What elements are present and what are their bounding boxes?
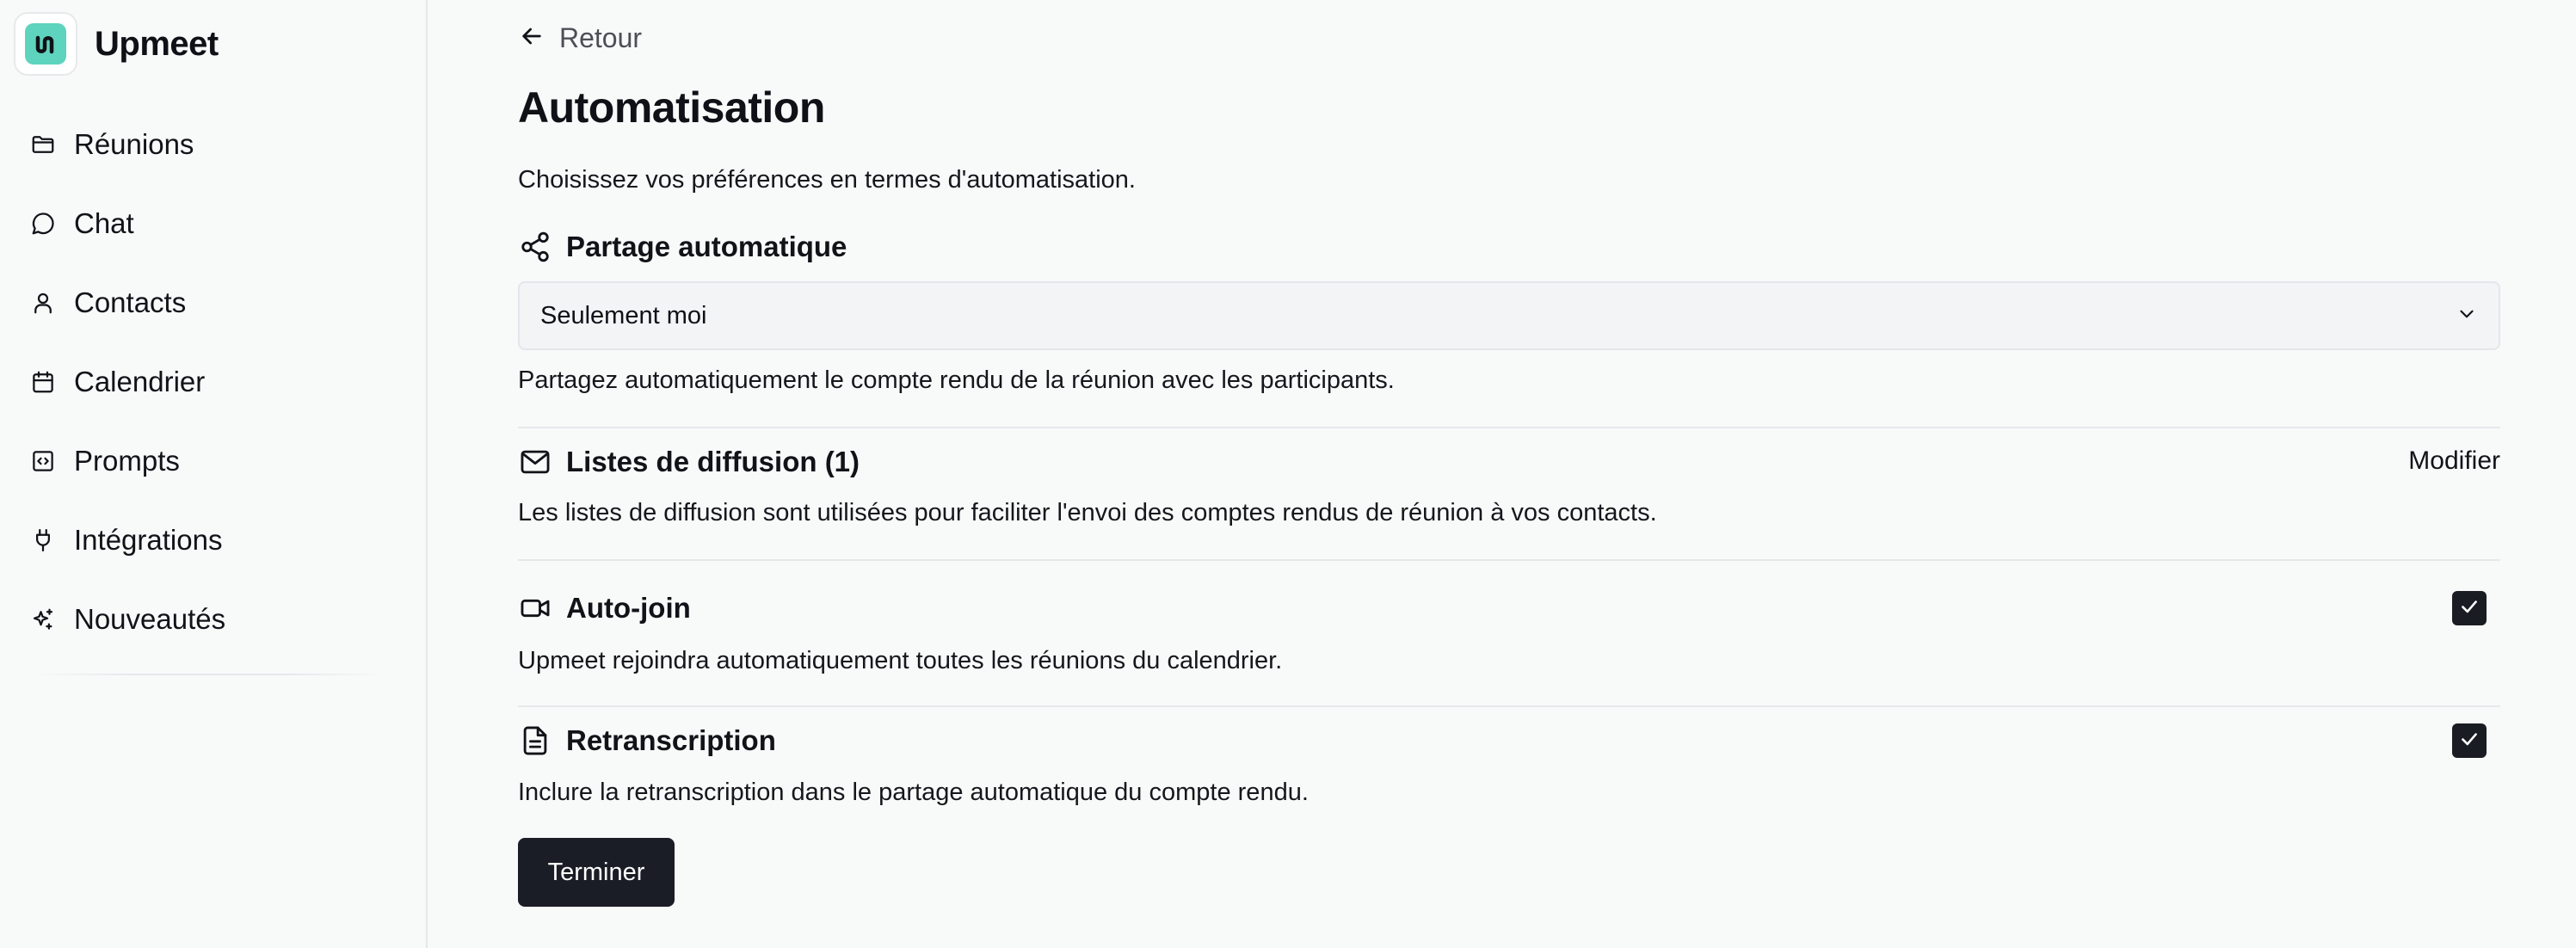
plug-icon [29,526,57,554]
section-divider [518,427,2500,428]
sharing-section-header: Partage automatique [518,230,847,264]
folder-icon [29,131,57,158]
brand-name: Upmeet [95,24,219,63]
sidebar: Upmeet Réunions Chat Contacts Calendrier… [0,0,428,948]
sidebar-item-label: Calendrier [74,366,206,397]
sidebar-divider [34,674,387,675]
back-label: Retour [559,22,643,53]
sidebar-item-label: Réunions [74,128,194,160]
mailing-lists-section-header: Listes de diffusion (1) [518,445,860,479]
transcription-description: Inclure la retranscription dans le parta… [518,779,1309,806]
sidebar-item-contacts[interactable]: Contacts [0,263,428,342]
sidebar-item-label: Prompts [74,445,180,477]
auto-join-section-header: Auto-join [518,591,691,625]
check-icon [2458,595,2480,622]
back-link[interactable]: Retour [518,22,642,54]
sidebar-item-calendrier[interactable]: Calendrier [0,342,428,422]
chat-bubble-icon [29,210,57,237]
page-title: Automatisation [518,83,825,132]
code-square-icon [29,447,57,475]
transcription-section-header: Retranscription [518,723,776,758]
sparkles-icon [29,606,57,633]
modify-mailing-lists-button[interactable]: Modifier [2408,446,2500,476]
document-icon [518,723,552,758]
sharing-select[interactable]: Seulement moi [518,281,2500,350]
sidebar-item-integrations[interactable]: Intégrations [0,501,428,580]
auto-join-description: Upmeet rejoindra automatiquement toutes … [518,647,1283,674]
upmeet-logo-icon [14,12,77,76]
video-camera-icon [518,591,552,625]
check-icon [2458,728,2480,754]
section-divider [518,705,2500,707]
chevron-down-icon [2456,303,2478,329]
auto-join-title: Auto-join [566,592,691,624]
sidebar-item-nouveautes[interactable]: Nouveautés [0,580,428,659]
user-icon [29,289,57,317]
sidebar-item-prompts[interactable]: Prompts [0,422,428,501]
mailing-lists-description: Les listes de diffusion sont utilisées p… [518,499,1657,526]
sidebar-item-label: Nouveautés [74,603,226,635]
sharing-select-value: Seulement moi [540,301,707,329]
sharing-title: Partage automatique [566,231,847,262]
mailing-lists-title: Listes de diffusion (1) [566,446,860,477]
arrow-left-icon [518,22,545,54]
sidebar-item-reunions[interactable]: Réunions [0,105,428,184]
sharing-description: Partagez automatiquement le compte rendu… [518,366,1395,394]
sidebar-item-label: Chat [74,207,134,239]
section-divider [518,559,2500,561]
transcription-title: Retranscription [566,724,776,756]
transcription-checkbox[interactable] [2452,723,2487,758]
calendar-icon [29,368,57,396]
page-description: Choisissez vos préférences en termes d'a… [518,166,1136,194]
sidebar-item-label: Intégrations [74,524,223,556]
sidebar-item-chat[interactable]: Chat [0,184,428,263]
mail-icon [518,445,552,479]
finish-button[interactable]: Terminer [518,838,675,907]
sidebar-item-label: Contacts [74,286,187,318]
brand[interactable]: Upmeet [14,12,219,76]
auto-join-checkbox[interactable] [2452,591,2487,625]
sidebar-nav: Réunions Chat Contacts Calendrier Prompt… [0,105,428,659]
share-icon [518,230,552,264]
